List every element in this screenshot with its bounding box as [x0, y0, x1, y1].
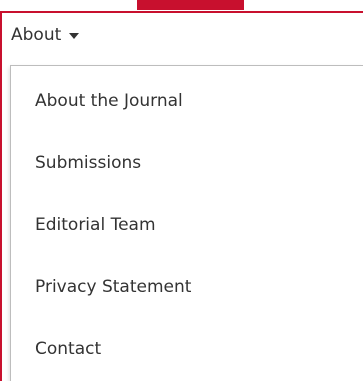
caret-down-icon — [69, 33, 80, 39]
about-menu-list: About the Journal Submissions Editorial … — [11, 70, 363, 380]
header-accent-bar — [137, 0, 244, 10]
about-menu-label: About — [11, 25, 62, 45]
menu-item-privacy-statement[interactable]: Privacy Statement — [11, 256, 363, 318]
menu-item-submissions[interactable]: Submissions — [11, 132, 363, 194]
about-dropdown-menu: About the Journal Submissions Editorial … — [10, 65, 363, 381]
menu-item-about-the-journal[interactable]: About the Journal — [11, 70, 363, 132]
page-viewport: About About the Journal Submissions Edit… — [0, 0, 363, 381]
about-menu-toggle[interactable]: About — [11, 20, 80, 50]
menu-item-editorial-team[interactable]: Editorial Team — [11, 194, 363, 256]
menu-item-contact[interactable]: Contact — [11, 318, 363, 380]
